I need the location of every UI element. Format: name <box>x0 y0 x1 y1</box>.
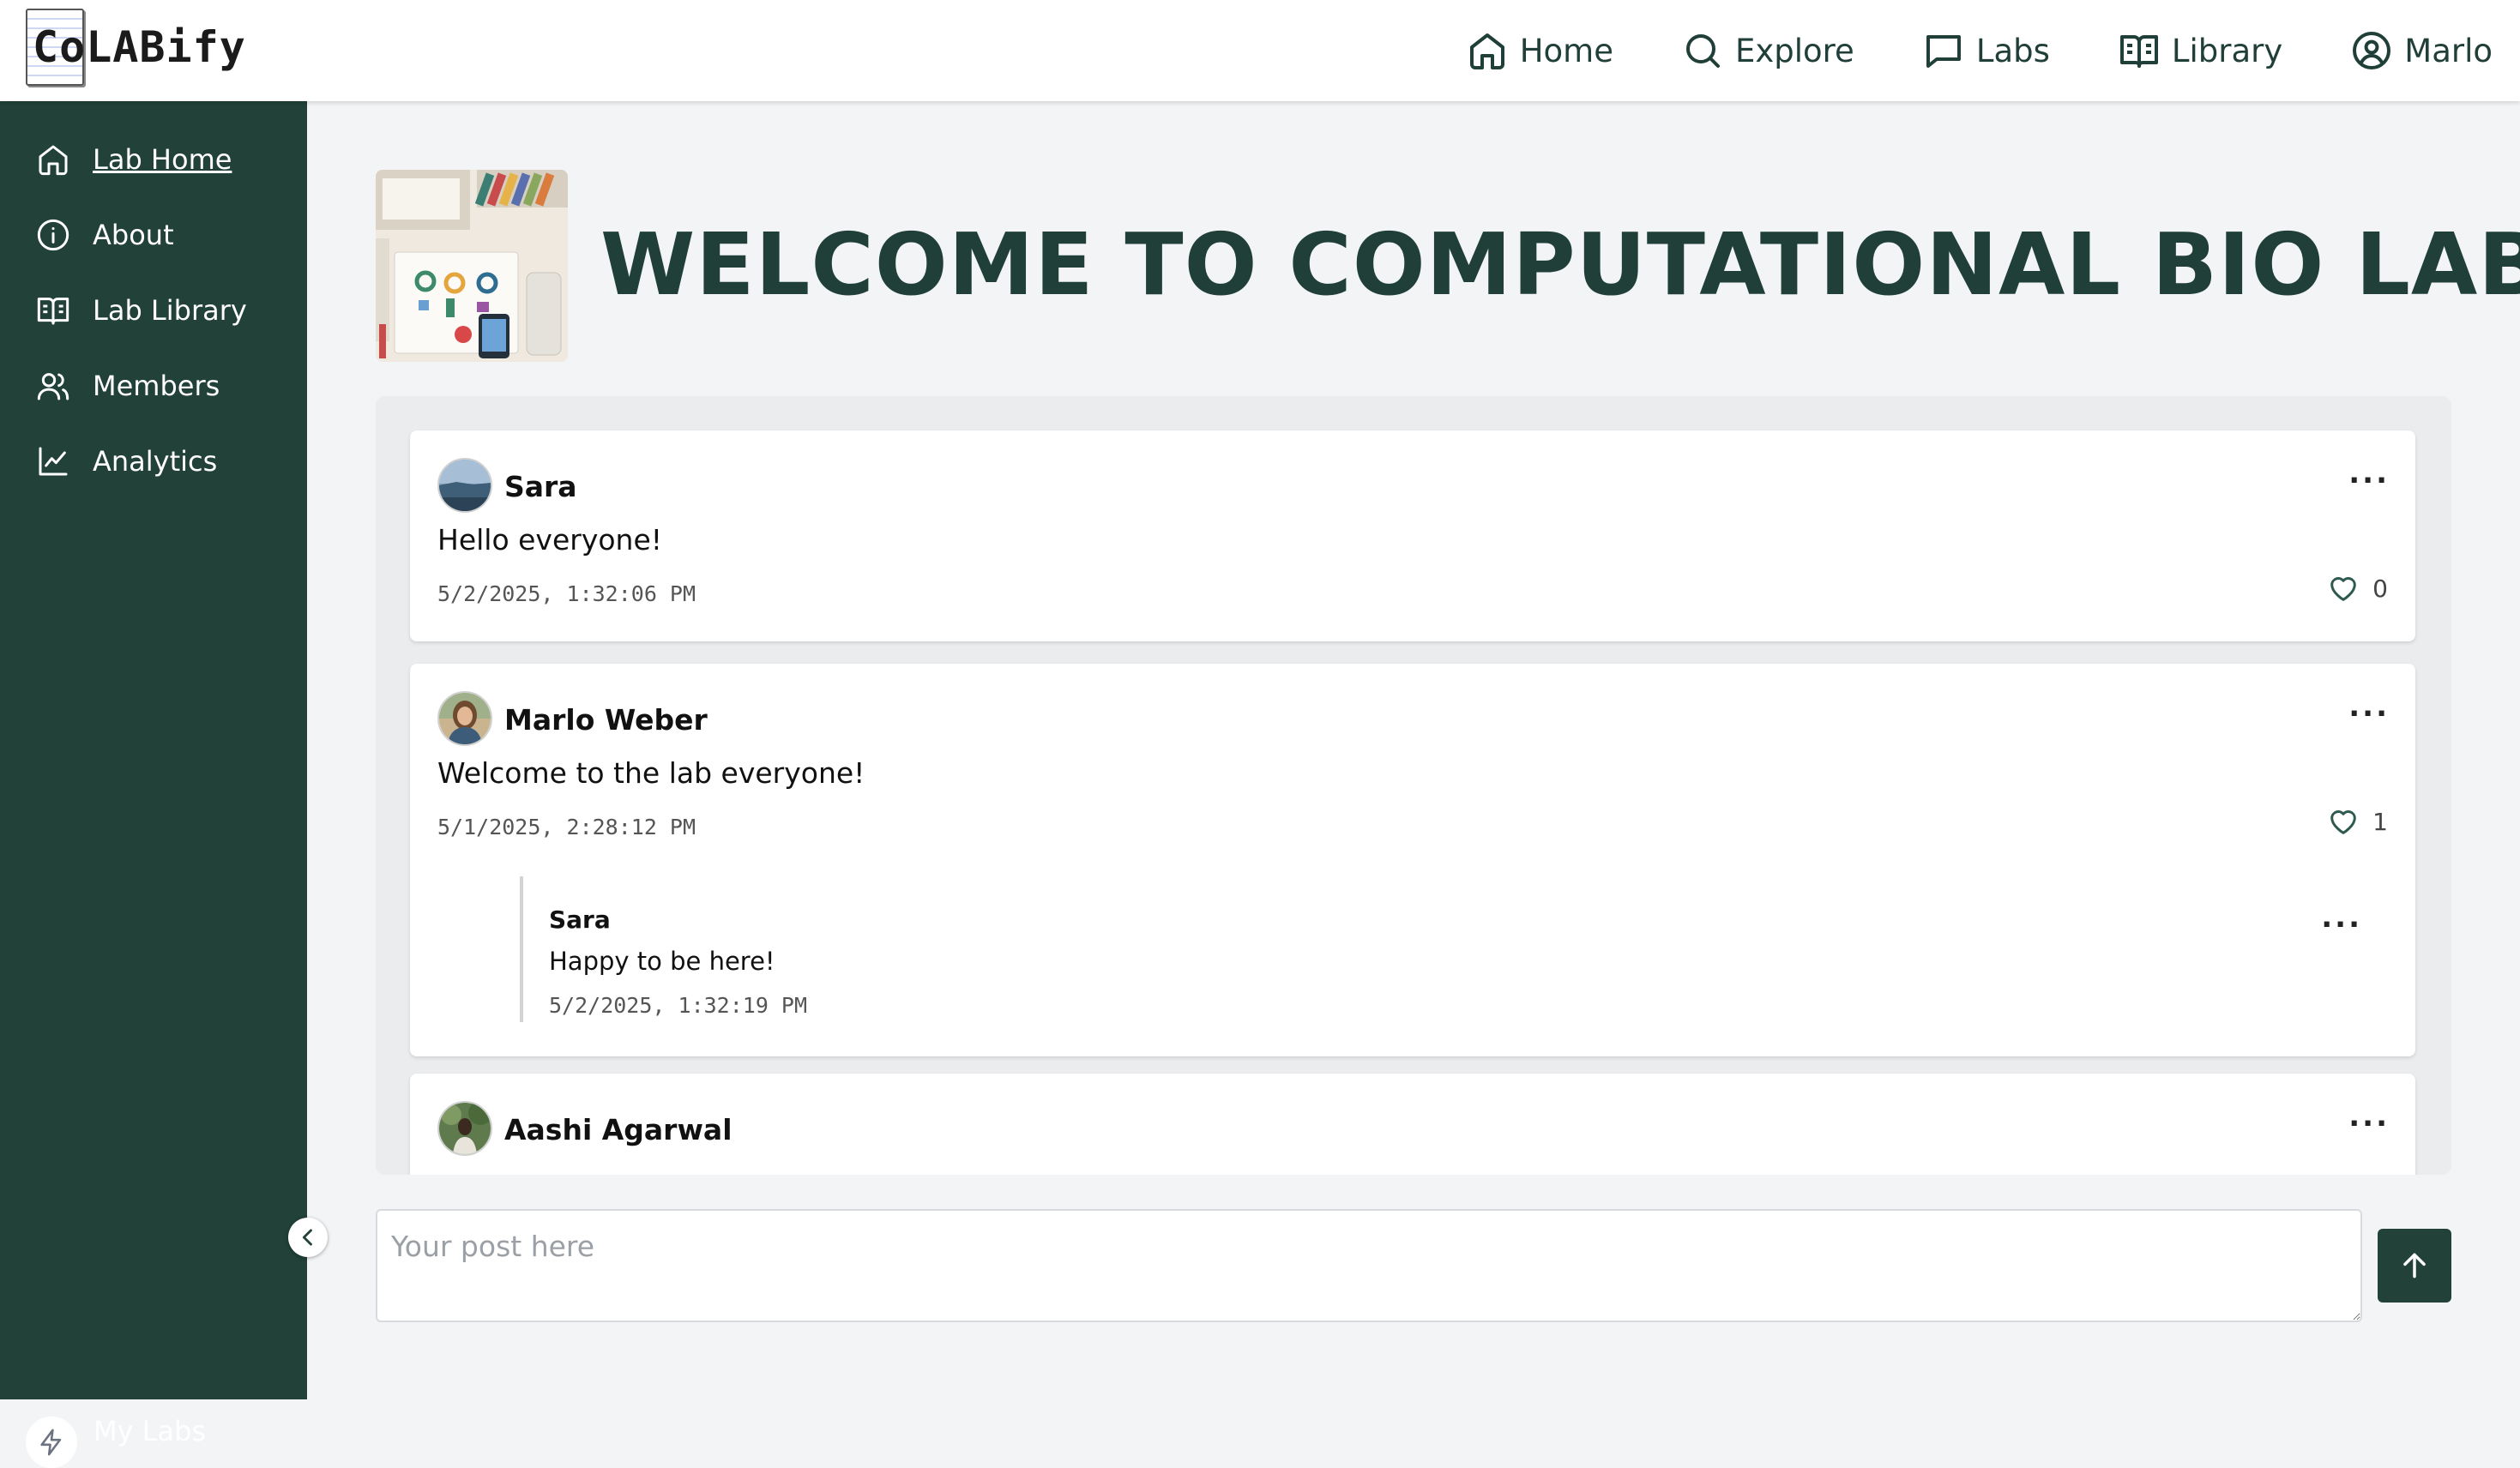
post-author[interactable]: Sara <box>504 470 577 503</box>
post-timestamp: 5/2/2025, 1:32:06 PM <box>437 581 696 606</box>
nav-labs[interactable]: Labs <box>1923 30 2050 71</box>
home-icon <box>39 145 68 176</box>
book-open-icon <box>2119 35 2158 68</box>
reply: Sara Happy to be here! 5/2/2025, 1:32:19… <box>410 664 2415 1056</box>
info-icon <box>37 219 69 251</box>
logo-text: CoLABify <box>33 22 246 72</box>
post-card: Aashi Agarwal ... <box>410 1074 2415 1175</box>
home-icon <box>1469 33 1504 69</box>
post-card: Marlo Weber ... Welcome to the lab every… <box>410 664 2415 1056</box>
chevron-left-icon <box>302 1229 312 1246</box>
reply-menu-button[interactable]: ... <box>2321 903 2362 932</box>
arrow-up-icon <box>2403 1253 2426 1278</box>
nav-explore-label: Explore <box>1734 32 1854 69</box>
sidebar-item-label: Lab Library <box>93 294 247 327</box>
reply-content: Happy to be here! <box>549 947 775 976</box>
post-input[interactable] <box>376 1209 2362 1322</box>
nav-home-label: Home <box>1519 32 1613 69</box>
top-navbar: CoLABify Home Explore Labs Library Marlo <box>0 0 2520 101</box>
message-square-icon <box>1926 35 1961 68</box>
chart-line-icon <box>39 447 68 476</box>
sidebar-item-label: Lab Home <box>93 143 232 176</box>
reply-thread-line <box>520 876 523 1022</box>
nav-explore[interactable]: Explore <box>1682 30 1854 71</box>
like-count: 0 <box>2372 574 2388 603</box>
sidebar: Lab Home About Lab Library Members Analy… <box>0 101 307 1468</box>
post-card: Sara ... Hello everyone! 5/2/2025, 1:32:… <box>410 430 2415 641</box>
reply-author[interactable]: Sara <box>549 905 611 934</box>
search-icon <box>1685 34 1720 68</box>
sidebar-collapse-button[interactable] <box>288 1218 328 1257</box>
post-author[interactable]: Aashi Agarwal <box>504 1113 732 1146</box>
like-button[interactable]: 0 <box>2326 571 2388 605</box>
heart-icon <box>2330 577 2357 601</box>
nav-library-label: Library <box>2171 32 2283 69</box>
bolt-icon <box>40 1429 62 1456</box>
reply-timestamp: 5/2/2025, 1:32:19 PM <box>549 993 808 1018</box>
post-feed[interactable]: Sara ... Hello everyone! 5/2/2025, 1:32:… <box>376 396 2451 1175</box>
users-icon <box>37 373 69 400</box>
user-circle-icon <box>2353 32 2391 69</box>
my-labs-badge <box>26 1417 77 1468</box>
send-post-button[interactable] <box>2378 1229 2451 1303</box>
top-nav-links: Home Explore Labs Library Marlo <box>1467 0 2493 101</box>
avatar[interactable] <box>437 1101 492 1156</box>
nav-profile-label: Marlo <box>2404 32 2493 69</box>
post-menu-button[interactable]: ... <box>2348 459 2390 488</box>
sidebar-item-label: Members <box>93 370 220 402</box>
avatar[interactable] <box>437 458 492 513</box>
sidebar-item-about[interactable]: About <box>36 218 174 252</box>
sidebar-item-members[interactable]: Members <box>36 369 220 403</box>
sidebar-item-lab-home[interactable]: Lab Home <box>36 142 232 177</box>
my-labs-label: My Labs <box>93 1415 207 1447</box>
page-title: WELCOME TO COMPUTATIONAL BIO LAB <box>600 214 2520 315</box>
sidebar-item-lab-library[interactable]: Lab Library <box>36 293 247 328</box>
nav-library[interactable]: Library <box>2119 30 2282 71</box>
sidebar-item-analytics[interactable]: Analytics <box>36 444 217 478</box>
sidebar-item-label: About <box>93 219 174 251</box>
book-open-icon <box>37 298 69 325</box>
nav-home[interactable]: Home <box>1467 30 1613 71</box>
sidebar-my-labs[interactable]: My Labs <box>26 1415 207 1468</box>
post-content: Hello everyone! <box>437 523 663 557</box>
sidebar-item-label: Analytics <box>93 445 218 478</box>
nav-profile[interactable]: Marlo <box>2351 30 2493 71</box>
post-menu-button[interactable]: ... <box>2348 1102 2390 1131</box>
lab-cover-image <box>376 170 568 362</box>
nav-labs-label: Labs <box>1975 32 2050 69</box>
